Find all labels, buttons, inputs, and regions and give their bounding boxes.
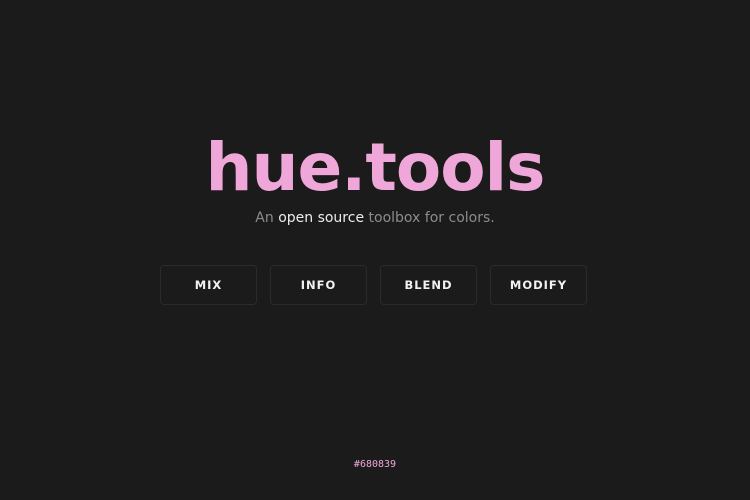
tool-nav: MIX INFO BLEND MODIFY <box>160 265 590 306</box>
blend-button[interactable]: BLEND <box>380 265 477 305</box>
tagline: An open source toolbox for colors. <box>0 208 750 228</box>
tagline-prefix: An <box>255 210 279 226</box>
color-hex-code: #680839 <box>353 459 397 470</box>
open-source-link[interactable]: open source <box>278 210 364 226</box>
info-button[interactable]: INFO <box>270 265 367 305</box>
mix-button[interactable]: MIX <box>160 265 257 305</box>
tagline-suffix: toolbox for colors. <box>364 210 495 226</box>
site-logo-title: hue.tools <box>205 129 546 206</box>
modify-button[interactable]: MODIFY <box>490 265 587 305</box>
